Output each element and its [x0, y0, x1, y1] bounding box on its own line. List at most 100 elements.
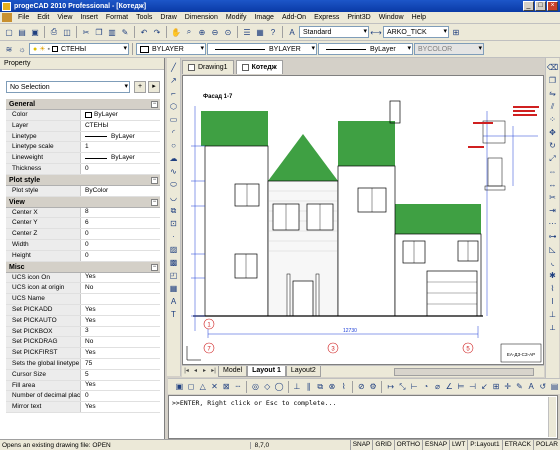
text-style-dropdown[interactable]: Standard — [299, 26, 369, 38]
property-value[interactable]: Yes — [81, 381, 160, 391]
collapse-icon[interactable]: − — [151, 263, 158, 271]
collapse-icon[interactable]: − — [151, 176, 158, 184]
offset-icon[interactable]: ⫽ — [547, 101, 558, 112]
property-row[interactable]: Set PICKAUTO Yes — [6, 315, 160, 327]
text-style-icon[interactable]: A — [286, 26, 298, 38]
tab-layout2[interactable]: Layout2 — [285, 366, 321, 377]
snap-node-icon[interactable]: ⊗ — [327, 381, 338, 392]
paste-icon[interactable]: ▥ — [106, 26, 118, 38]
save-icon[interactable]: ▣ — [29, 26, 41, 38]
property-value[interactable]: 8 — [81, 208, 160, 218]
menu-file[interactable]: File — [14, 14, 33, 21]
arc-icon[interactable]: ◜ — [168, 127, 179, 138]
tab-layout1[interactable]: Layout 1 — [247, 366, 286, 377]
document-icon[interactable] — [2, 13, 12, 22]
menu-draw[interactable]: Draw — [156, 14, 180, 21]
pan-icon[interactable]: ✋ — [170, 26, 182, 38]
tab-kotedzh[interactable]: Котедж — [235, 60, 283, 74]
property-row[interactable]: Set PICKFIRST Yes — [6, 348, 160, 359]
property-value[interactable]: ByLayer — [81, 132, 160, 142]
property-row[interactable]: Height 0 — [6, 250, 160, 262]
undo-icon[interactable]: ↶ — [138, 26, 150, 38]
snap-intersection-icon[interactable]: ✕ — [209, 381, 220, 392]
snap-tangent-icon[interactable]: ◯ — [274, 381, 285, 392]
close-button[interactable]: × — [547, 1, 558, 11]
property-row[interactable]: Cursor Size 5 — [6, 369, 160, 381]
menu-view[interactable]: View — [53, 14, 76, 21]
layer-state-icon[interactable]: ☼ — [16, 43, 28, 55]
status-layout[interactable]: P:Layout1 — [467, 439, 501, 450]
properties-icon[interactable]: ☰ — [241, 26, 253, 38]
dim-style-dropdown[interactable]: ARKO_TICK — [383, 26, 449, 38]
copy-icon[interactable]: ❐ — [93, 26, 105, 38]
menu-insert[interactable]: Insert — [76, 14, 102, 21]
status-snap[interactable]: SNAP — [349, 439, 373, 450]
tab-model[interactable]: Model — [218, 366, 248, 377]
polyline-icon[interactable]: ⌐ — [168, 88, 179, 99]
menu-modify[interactable]: Modify — [222, 14, 251, 21]
status-ortho[interactable]: ORTHO — [393, 439, 422, 450]
circle-icon[interactable]: ○ — [168, 140, 179, 151]
property-row[interactable]: Set PICKBOX 3 — [6, 326, 160, 338]
property-value[interactable]: 5 — [81, 370, 160, 380]
ray-icon[interactable]: ↗ — [168, 75, 179, 86]
status-polar[interactable]: POLAR — [532, 439, 560, 450]
snap-apparent-icon[interactable]: ⊠ — [221, 381, 232, 392]
text-icon[interactable]: T — [168, 309, 179, 320]
trim-icon[interactable]: ✂ — [547, 192, 558, 203]
property-row[interactable]: Linetype scale 1 — [6, 142, 160, 154]
ellipse-icon[interactable]: ⬭ — [168, 179, 179, 190]
property-row[interactable]: Set PICKADD Yes — [6, 304, 160, 316]
hatch-icon[interactable]: ▨ — [168, 244, 179, 255]
dim-angular-icon[interactable]: ∠ — [444, 381, 455, 392]
menu-format[interactable]: Format — [102, 14, 132, 21]
match-properties-icon[interactable]: ✎ — [119, 26, 131, 38]
dim-radius-icon[interactable]: ◔ — [420, 381, 431, 392]
property-row[interactable]: UCS icon at origin No — [6, 283, 160, 295]
color-dropdown[interactable]: BYLAYER — [136, 43, 206, 55]
property-value[interactable]: 6 — [81, 218, 160, 228]
snap-center-icon[interactable]: ◎ — [250, 381, 261, 392]
lineweight-dropdown[interactable]: ByLayer — [318, 43, 413, 55]
plotstyle-dropdown[interactable]: BYCOLOR — [414, 43, 484, 55]
scale-icon[interactable]: ⤢ — [547, 153, 558, 164]
property-value[interactable]: No — [81, 283, 160, 293]
snap-perpendicular-icon[interactable]: ⊥ — [292, 381, 303, 392]
snap-none-icon[interactable]: ⊘ — [356, 381, 367, 392]
mirror-icon[interactable]: ⇋ — [547, 88, 558, 99]
region-icon[interactable]: ◰ — [168, 270, 179, 281]
snap-from-icon[interactable]: ▣ — [174, 381, 185, 392]
dim-linear-icon[interactable]: ↦ — [385, 381, 396, 392]
point-icon[interactable]: · — [168, 231, 179, 242]
property-value[interactable]: 75 — [81, 359, 160, 369]
selection-dropdown[interactable]: No Selection — [6, 81, 130, 93]
property-value[interactable] — [81, 294, 160, 304]
copy-object-icon[interactable]: ❐ — [547, 75, 558, 86]
layer-manager-icon[interactable]: ≋ — [3, 43, 15, 55]
property-value[interactable]: ByLayer — [81, 110, 160, 120]
polygon-icon[interactable]: ⬡ — [168, 101, 179, 112]
property-value[interactable]: No — [81, 337, 160, 347]
mtext-icon[interactable]: A — [168, 296, 179, 307]
command-scrollbar[interactable] — [548, 397, 556, 437]
property-row[interactable]: Center X 8 — [6, 207, 160, 219]
lengthen-icon[interactable]: ↔ — [547, 179, 558, 190]
stretch-icon[interactable]: ⇔ — [547, 166, 558, 177]
property-value[interactable]: 0 — [81, 164, 160, 174]
snap-midpoint-icon[interactable]: △ — [197, 381, 208, 392]
menu-express[interactable]: Express — [310, 14, 343, 21]
snap-quadrant-icon[interactable]: ◇ — [262, 381, 273, 392]
zoom-previous-icon[interactable]: ⊖ — [209, 26, 221, 38]
status-etrack[interactable]: ETRACK — [501, 439, 533, 450]
property-value[interactable]: СТЕНЫ — [81, 121, 160, 131]
ortho-icon[interactable]: ⊞ — [450, 26, 462, 38]
snap-parallel-icon[interactable]: ∥ — [303, 381, 314, 392]
line-icon[interactable]: ╱ — [168, 62, 179, 73]
menu-print3d[interactable]: Print3D — [343, 14, 374, 21]
property-row[interactable]: Center Z 0 — [6, 229, 160, 240]
property-value[interactable]: 3 — [81, 327, 160, 337]
print-icon[interactable]: ⎙ — [48, 26, 60, 38]
dim-ordinate-icon[interactable]: ⊢ — [409, 381, 420, 392]
toggle-pickadd-icon[interactable]: + — [134, 81, 146, 93]
property-row[interactable]: Fill area Yes — [6, 380, 160, 392]
